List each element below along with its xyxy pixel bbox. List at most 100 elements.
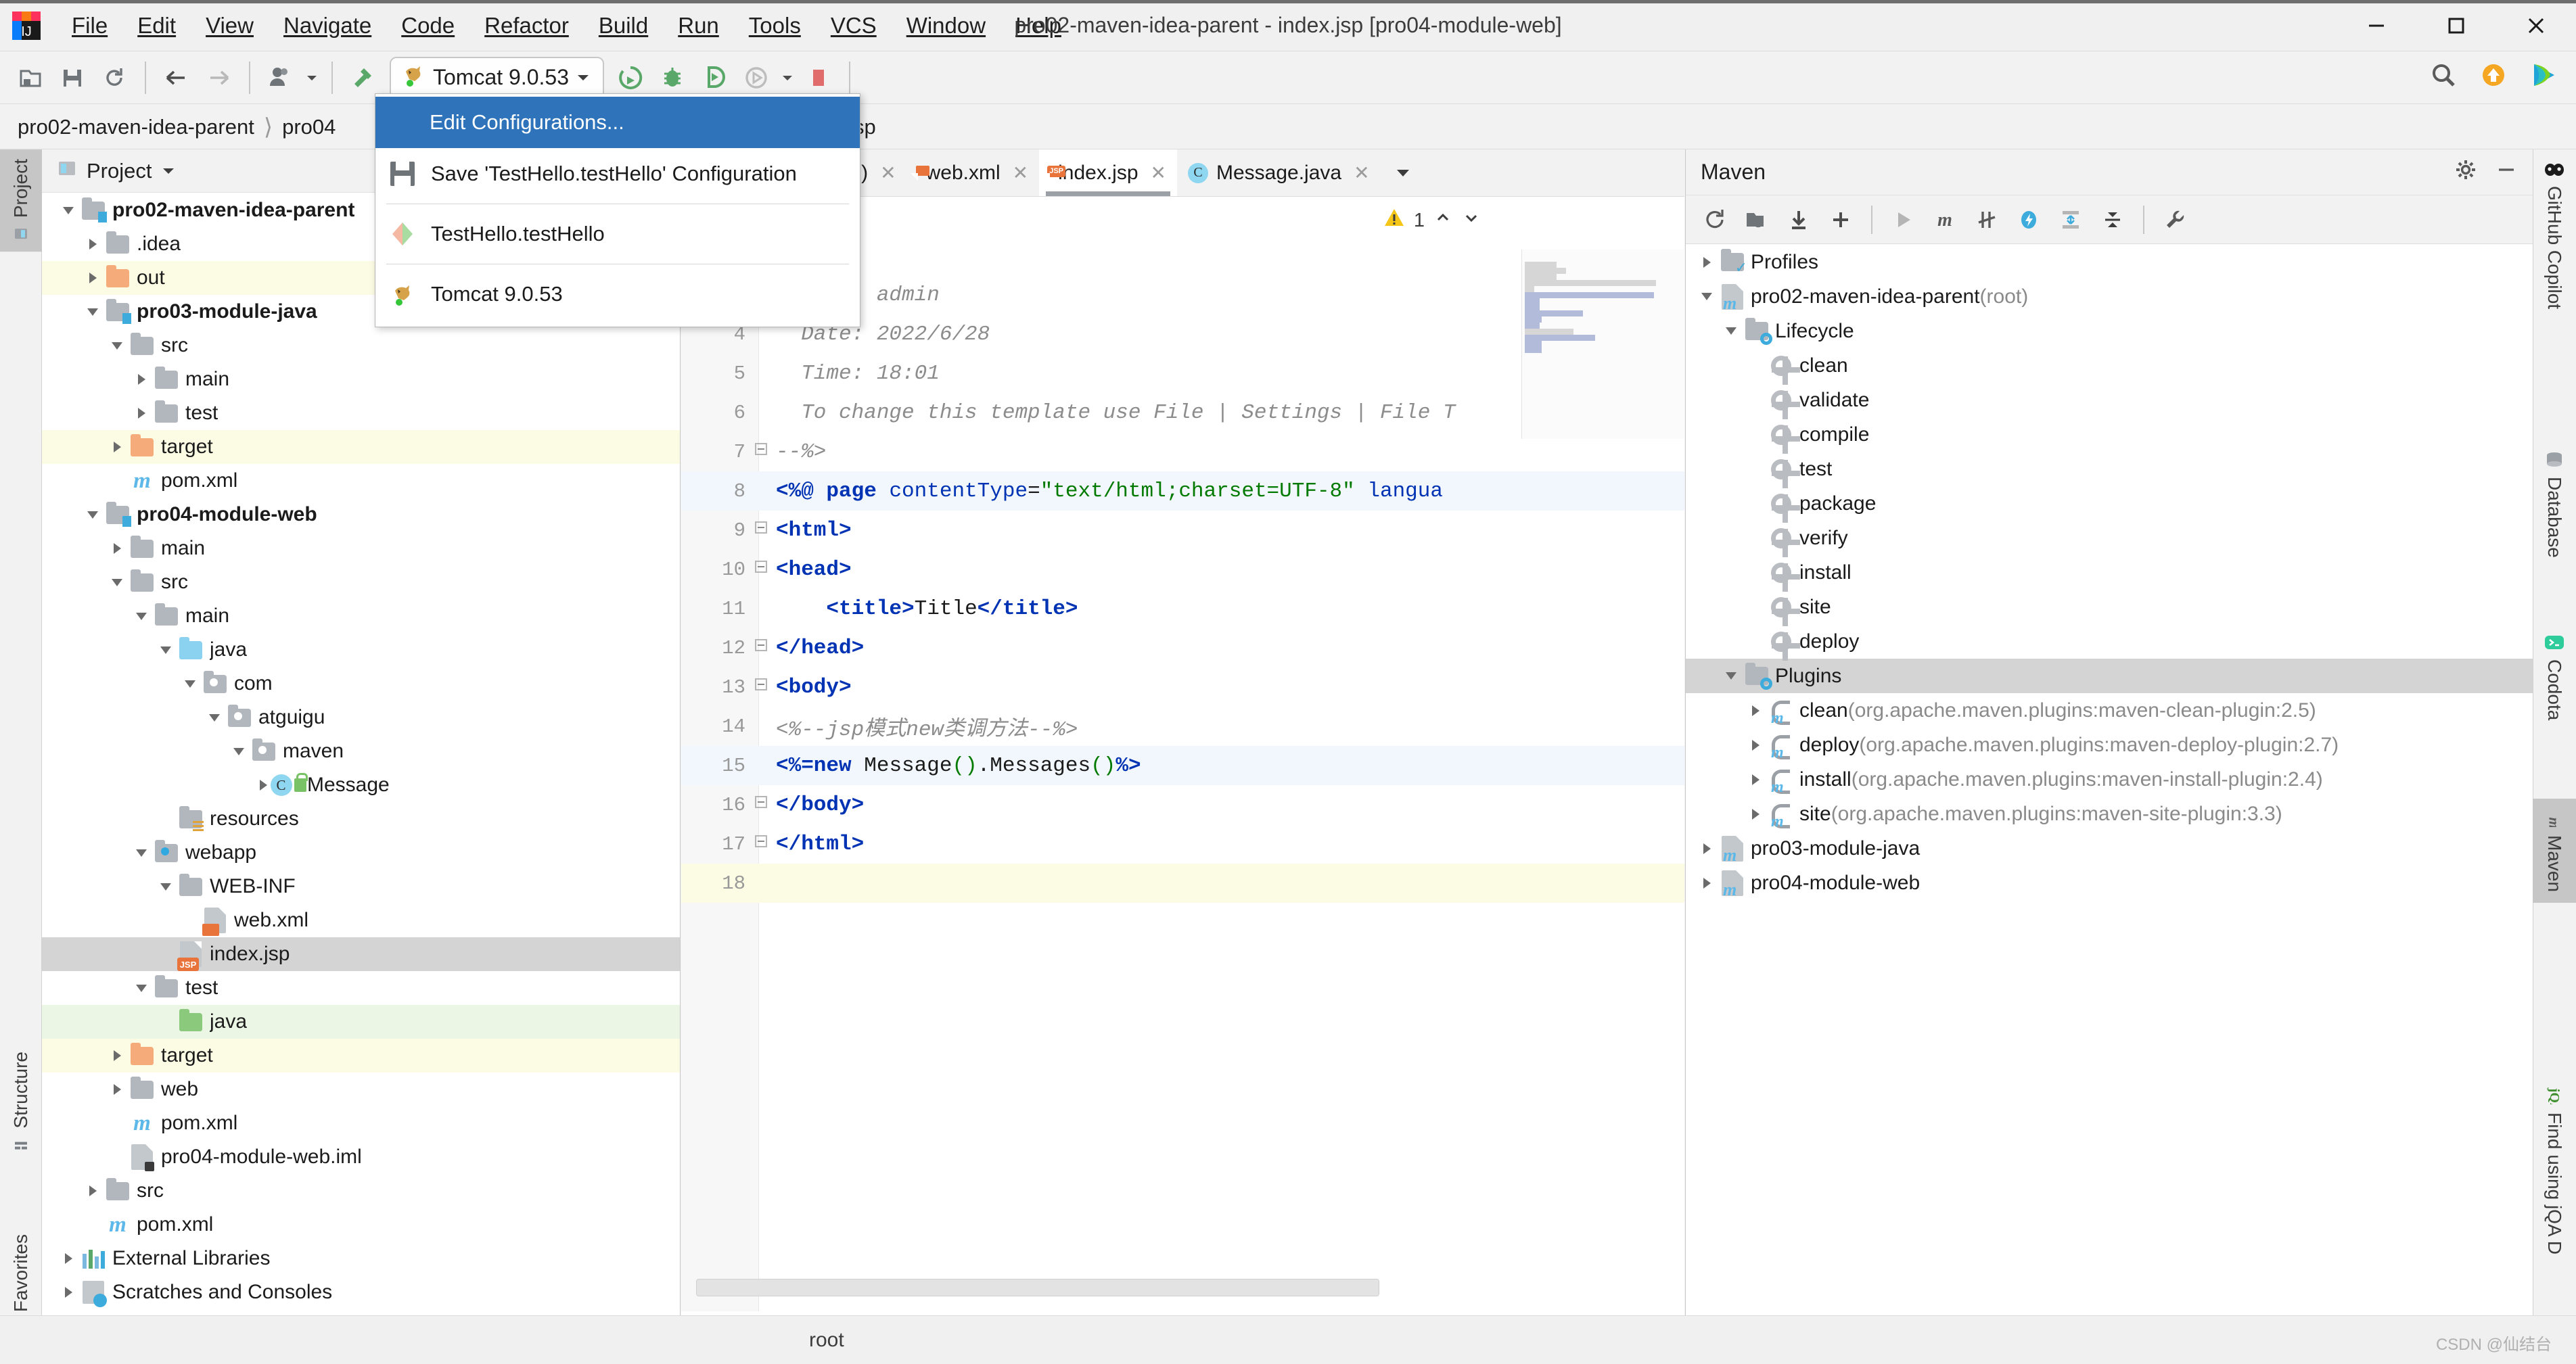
maven-tree-item-verify[interactable]: verify [1686,521,2533,557]
sidebar-tab-github-copilot[interactable]: GitHub Copilot [2533,149,2576,320]
tree-expander[interactable] [1695,245,1718,279]
editor-tab-web-xml[interactable]: web.xml ✕ [906,149,1040,196]
tree-expander[interactable] [1720,659,1743,693]
menu-file[interactable]: File [57,9,122,43]
sidebar-tab-codota[interactable]: Codota [2533,623,2576,731]
menu-item-tomcat[interactable]: Tomcat 9.0.53 [375,268,860,320]
tree-expander[interactable] [106,532,129,565]
maven-tree-item-pro03-module-java[interactable]: m pro03-module-java [1686,831,2533,866]
breadcrumb-item-0[interactable]: pro02-maven-idea-parent [18,115,254,139]
editor-minimap[interactable] [1521,250,1684,439]
settings-wrench-icon[interactable] [2155,200,2194,239]
project-tree-item-target[interactable]: target [42,430,680,464]
chevron-down-icon[interactable] [161,159,176,183]
code-line-16[interactable]: 16 </body> [681,785,1684,824]
code-line-13[interactable]: 13 <body> [681,667,1684,707]
menu-edit[interactable]: Edit [122,9,191,43]
reload-icon[interactable] [1695,200,1734,239]
tree-expander[interactable] [106,1106,129,1140]
tree-expander[interactable] [1744,590,1767,624]
maven-tree-item-install[interactable]: m install (org.apache.maven.plugins:maven… [1686,762,2533,797]
profiler-icon[interactable] [735,57,777,99]
menu-view[interactable]: View [191,9,269,43]
project-tree-item-atguigu[interactable]: atguigu [42,701,680,734]
tree-expander[interactable] [154,1005,177,1039]
expand-all-icon[interactable] [2051,200,2090,239]
project-file-tree[interactable]: pro02-maven-idea-parent .idea out pro03-mod… [42,193,680,1364]
close-icon[interactable]: ✕ [880,162,896,184]
sidebar-tab-maven[interactable]: m Maven [2533,799,2576,903]
idea-services-icon[interactable] [2529,60,2561,95]
tree-expander[interactable] [1744,348,1767,383]
menu-bar[interactable]: File Edit View Navigate Code Refactor Bu… [57,9,1076,43]
code-line-10[interactable]: 10 <head> [681,550,1684,589]
menu-item-edit-configurations[interactable]: Edit Configurations... [375,97,860,148]
sidebar-tab-database[interactable]: Database [2533,440,2576,569]
menu-refactor[interactable]: Refactor [469,9,584,43]
tree-expander[interactable] [154,937,177,971]
profile-icon[interactable] [260,57,302,99]
close-icon[interactable]: ✕ [1354,162,1369,184]
run-coverage-icon[interactable] [693,57,735,99]
fold-marker[interactable] [752,834,770,854]
editor-tab-index-jsp[interactable]: JSP index.jsp ✕ [1039,149,1177,196]
save-all-icon[interactable] [51,57,93,99]
tree-expander[interactable] [81,261,104,295]
inspection-widget[interactable]: 1 [1383,206,1481,235]
maven-tree-item-clean[interactable]: m clean (org.apache.maven.plugins:maven-c… [1686,693,2533,728]
project-tree-item-web-xml[interactable]: web.xml [42,903,680,937]
tree-expander[interactable] [1744,417,1767,452]
code-line-12[interactable]: 12 </head> [681,628,1684,667]
project-tree-item-test[interactable]: test [42,971,680,1005]
tree-expander[interactable] [1744,555,1767,590]
sidebar-tab-find-using-jqa[interactable]: jQA Find using jQA D [2533,1076,2576,1265]
tree-expander[interactable] [1744,521,1767,555]
project-tree-item-target[interactable]: target [42,1039,680,1073]
project-tree-item-com[interactable]: com [42,667,680,701]
fold-marker[interactable] [752,442,770,462]
tree-expander[interactable] [1744,728,1767,762]
project-tree-item-java[interactable]: java [42,1005,680,1039]
tree-expander[interactable] [1695,866,1718,900]
project-tree-item-main[interactable]: main [42,532,680,565]
run-icon[interactable] [1883,200,1923,239]
maven-tree-item-package[interactable]: package [1686,486,2533,523]
inspection-next-icon[interactable] [1461,208,1481,233]
maven-tree-item-pro02-maven-idea-parent[interactable]: m pro02-maven-idea-parent (root) [1686,279,2533,314]
fold-marker[interactable] [752,559,770,580]
maven-goal-icon[interactable]: m [1925,200,1964,239]
tree-expander[interactable] [179,903,202,937]
project-tree-item-maven[interactable]: maven [42,734,680,768]
maven-tree-item-validate[interactable]: validate [1686,383,2533,419]
project-tree-item-pom-xml[interactable]: m pom.xml [42,1106,680,1140]
tree-expander[interactable] [106,1073,129,1106]
menu-window[interactable]: Window [892,9,1001,43]
build-hammer-icon[interactable] [342,57,384,99]
project-tree-item-pro04-module-web-iml[interactable]: pro04-module-web.iml [42,1140,680,1174]
code-line-18[interactable]: 18 [681,864,1684,903]
maven-tree-item-site[interactable]: m site (org.apache.maven.plugins:maven-si… [1686,797,2533,831]
sidebar-tab-structure[interactable]: Structure [0,1042,42,1162]
close-button[interactable] [2496,0,2576,51]
tree-expander[interactable] [1744,762,1767,797]
editor-tab-message-java[interactable]: C Message.java ✕ [1176,149,1381,196]
project-tree-item-test[interactable]: test [42,396,680,430]
tree-expander[interactable] [154,802,177,836]
close-icon[interactable]: ✕ [1151,162,1166,184]
project-tree-item-message[interactable]: C Message [42,768,680,802]
tree-expander[interactable] [81,1174,104,1208]
maven-project-tree[interactable]: ✓ Profiles m pro02-maven-idea-parent (root)… [1686,245,2533,1364]
editor-horizontal-scrollbar[interactable] [696,1279,1379,1296]
menu-navigate[interactable]: Navigate [269,9,386,43]
tree-expander[interactable] [1744,693,1767,728]
open-project-icon[interactable] [9,57,51,99]
project-tree-item-pom-xml[interactable]: m pom.xml [42,1208,680,1242]
menu-item-save-configuration[interactable]: Save 'TestHello.testHello' Configuration [375,148,860,199]
tree-expander[interactable] [1744,486,1767,521]
tree-expander[interactable] [1695,831,1718,866]
tree-expander[interactable] [57,1242,80,1275]
stop-icon[interactable] [798,57,840,99]
menu-tools[interactable]: Tools [734,9,816,43]
maven-tree-item-install[interactable]: install [1686,555,2533,592]
sync-icon[interactable] [93,57,135,99]
